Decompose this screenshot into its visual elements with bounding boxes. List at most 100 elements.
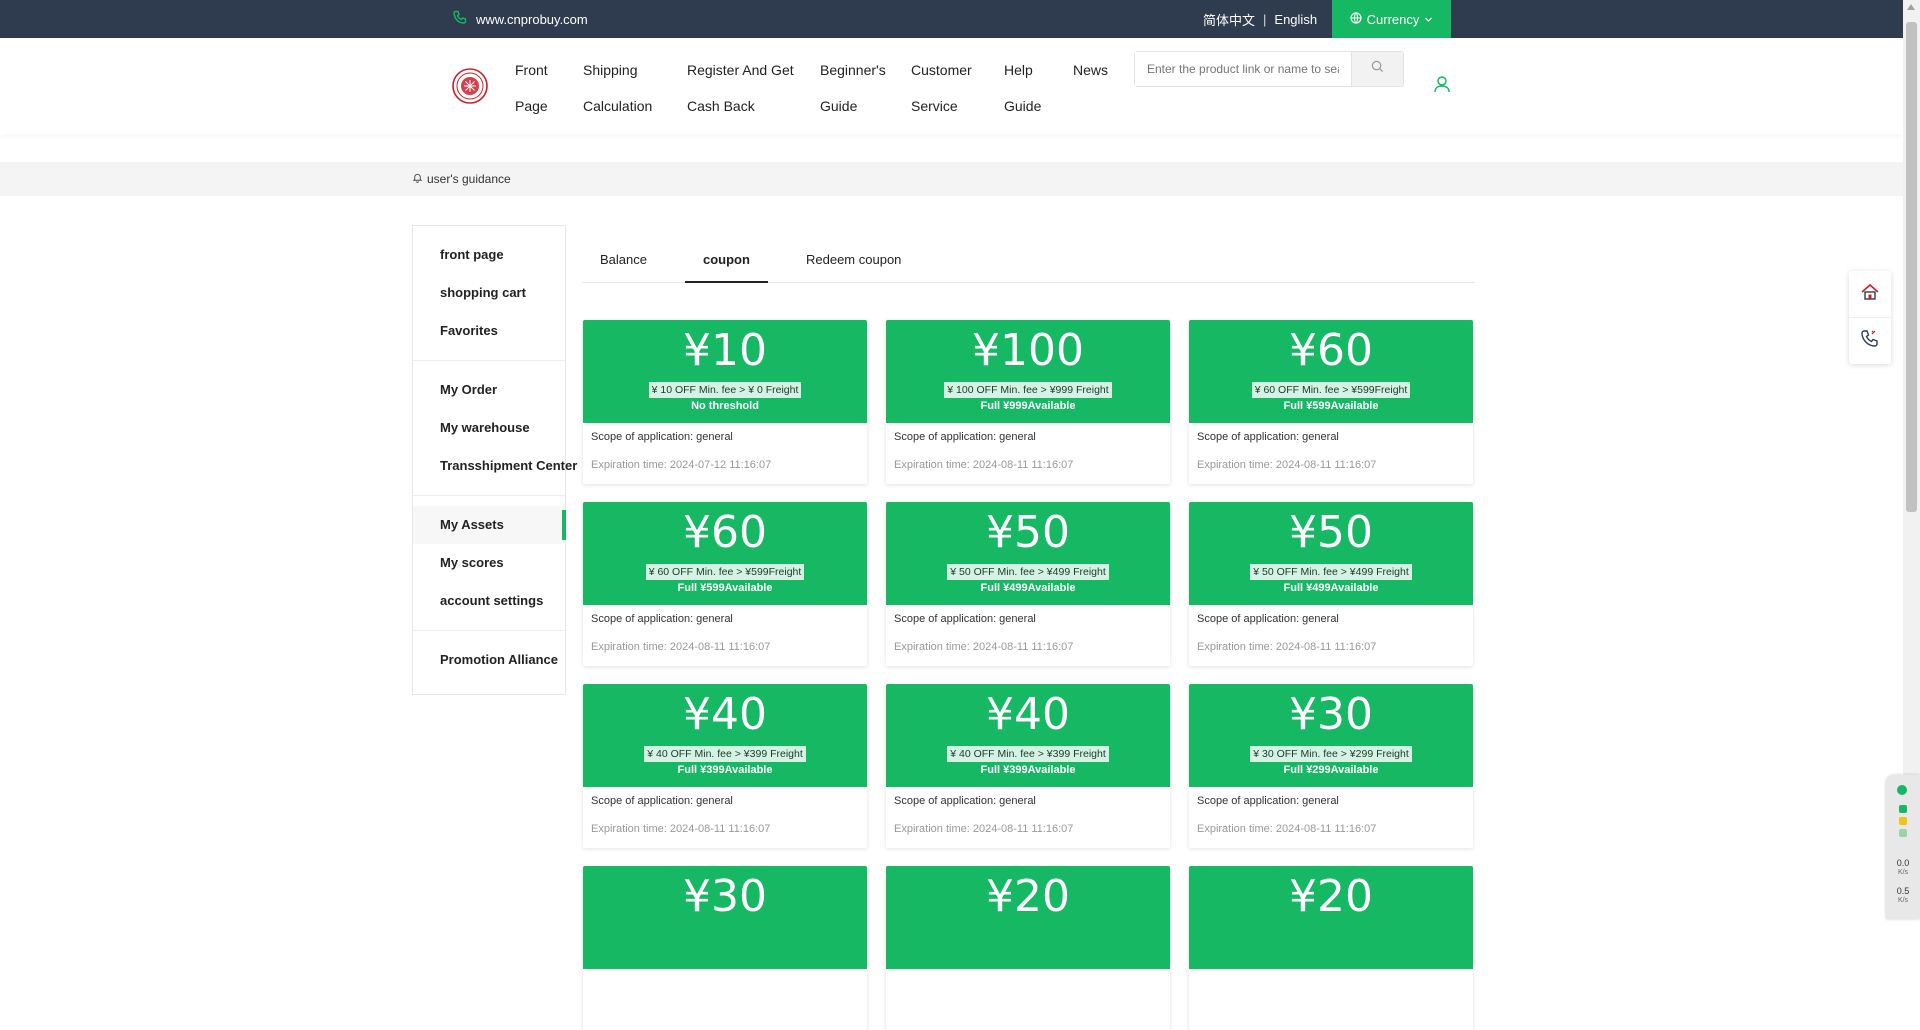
sidebar-item-front-page[interactable]: front page bbox=[413, 236, 565, 274]
currency-button[interactable]: Currency bbox=[1332, 0, 1451, 38]
home-button[interactable] bbox=[1849, 271, 1891, 317]
coupon-amount: ¥100 bbox=[972, 325, 1084, 376]
lang-english[interactable]: English bbox=[1274, 12, 1317, 27]
top-bar: www.cnprobuy.com 简体中文 | English Currency bbox=[0, 0, 1903, 38]
nav-label-line2: Guide bbox=[1004, 98, 1042, 114]
scroll-up-arrow[interactable] bbox=[1907, 4, 1915, 10]
lang-chinese[interactable]: 简体中文 bbox=[1203, 10, 1255, 29]
header: Front Page Shipping Calculation Register… bbox=[0, 38, 1903, 134]
search-icon bbox=[1371, 60, 1384, 78]
tab-balance[interactable]: Balance bbox=[582, 240, 665, 283]
telephone-icon bbox=[1860, 328, 1880, 353]
logo[interactable] bbox=[452, 68, 488, 104]
coupon-rule: ¥ 40 OFF Min. fee > ¥399 Freight bbox=[947, 746, 1109, 762]
coupon-rule: ¥ 60 OFF Min. fee > ¥599Freight bbox=[1251, 382, 1411, 398]
contact-button[interactable] bbox=[1849, 317, 1891, 363]
sidebar-item-transshipment-center[interactable]: Transshipment Center bbox=[413, 447, 577, 485]
coupon-card[interactable]: ¥30 ¥ 30 OFF Min. fee > ¥299 Freight Full … bbox=[1189, 684, 1473, 848]
download-speed: 0.0 bbox=[1896, 858, 1910, 868]
nav-shipping-calculation[interactable]: Shipping Calculation bbox=[583, 52, 652, 124]
nav-front-page[interactable]: Front Page bbox=[515, 52, 548, 124]
coupon-rule: ¥ 50 OFF Min. fee > ¥499 Freight bbox=[1250, 564, 1412, 580]
coupon-header: ¥30 ¥ 30 OFF Min. fee > ¥299 Freight Full … bbox=[1189, 684, 1473, 787]
search-input[interactable] bbox=[1135, 52, 1351, 86]
sidebar-item-favorites[interactable]: Favorites bbox=[413, 312, 565, 350]
sidebar-item-promotion-alliance[interactable]: Promotion Alliance bbox=[413, 641, 565, 679]
nav-customer-service[interactable]: Customer Service bbox=[911, 52, 972, 124]
user-guidance-link[interactable]: user's guidance bbox=[412, 162, 511, 196]
coupon-card[interactable]: ¥50 ¥ 50 OFF Min. fee > ¥499 Freight Full … bbox=[1189, 502, 1473, 666]
upload-speed: 0.5 bbox=[1896, 886, 1910, 896]
coupon-header: ¥50 ¥ 50 OFF Min. fee > ¥499 Freight Full … bbox=[886, 502, 1170, 605]
coupon-expiration: Expiration time: 2024-08-11 11:16:07 bbox=[1197, 641, 1377, 653]
coupon-rule: ¥ 100 OFF Min. fee > ¥999 Freight bbox=[944, 382, 1112, 398]
nav-label-line1: Shipping bbox=[583, 62, 638, 78]
search-box bbox=[1134, 51, 1404, 87]
coupon-condition: Full ¥399Available bbox=[677, 764, 773, 776]
coupon-condition: Full ¥499Available bbox=[980, 582, 1076, 594]
sidebar-item-shopping-cart[interactable]: shopping cart bbox=[413, 274, 565, 312]
coupon-condition: Full ¥599Available bbox=[1283, 400, 1379, 412]
coupon-card[interactable]: ¥20 bbox=[1189, 866, 1473, 1030]
sidebar-item-my-warehouse[interactable]: My warehouse bbox=[413, 409, 565, 447]
coupon-amount: ¥30 bbox=[1289, 689, 1373, 740]
coupon-expiration: Expiration time: 2024-07-12 11:16:07 bbox=[591, 459, 772, 471]
coupon-rule: ¥ 50 OFF Min. fee > ¥499 Freight bbox=[947, 564, 1109, 580]
coupon-scope: Scope of application: general bbox=[591, 431, 733, 443]
currency-label: Currency bbox=[1366, 11, 1420, 27]
nav-register-cash-back[interactable]: Register And Get Cash Back bbox=[687, 52, 794, 124]
speed-bar bbox=[1899, 829, 1907, 837]
search-button[interactable] bbox=[1351, 52, 1403, 86]
nav-label-line1: Beginner's bbox=[820, 62, 886, 78]
sidebar-group: My Assets My scores account settings bbox=[413, 496, 566, 631]
scroll-thumb[interactable] bbox=[1906, 22, 1917, 512]
nav-label-line2: Page bbox=[515, 98, 548, 114]
coupon-amount: ¥20 bbox=[986, 871, 1070, 922]
coupon-amount: ¥50 bbox=[986, 507, 1070, 558]
site-link[interactable]: www.cnprobuy.com bbox=[452, 0, 588, 38]
sidebar-item-my-order[interactable]: My Order bbox=[413, 371, 565, 409]
coupon-header: ¥10 ¥ 10 OFF Min. fee > ¥ 0 Freight No thr… bbox=[583, 320, 867, 423]
sidebar-item-my-scores[interactable]: My scores bbox=[413, 544, 565, 582]
status-dot bbox=[1897, 785, 1907, 795]
coupon-card[interactable]: ¥40 ¥ 40 OFF Min. fee > ¥399 Freight Full … bbox=[886, 684, 1170, 848]
globe-icon bbox=[1350, 11, 1362, 27]
nav-label-line2: Cash Back bbox=[687, 98, 755, 114]
sidebar-group: Promotion Alliance bbox=[413, 631, 565, 689]
coupon-scope: Scope of application: general bbox=[894, 613, 1036, 625]
sidebar-item-my-assets[interactable]: My Assets bbox=[413, 506, 566, 544]
nav-news[interactable]: News bbox=[1073, 52, 1108, 88]
coupon-card[interactable]: ¥100 ¥ 100 OFF Min. fee > ¥999 Freight Ful… bbox=[886, 320, 1170, 484]
coupon-scope bbox=[1189, 969, 1473, 1005]
tab-redeem-coupon[interactable]: Redeem coupon bbox=[788, 240, 919, 283]
coupon-card[interactable]: ¥60 ¥ 60 OFF Min. fee > ¥599Freight Full ¥… bbox=[1189, 320, 1473, 484]
coupon-amount: ¥10 bbox=[683, 325, 767, 376]
user-icon[interactable] bbox=[1432, 74, 1452, 94]
coupon-card[interactable]: ¥20 bbox=[886, 866, 1170, 1030]
sidebar-item-account-settings[interactable]: account settings bbox=[413, 582, 565, 620]
sidebar-group: My Order My warehouse Transshipment Cent… bbox=[413, 361, 577, 496]
coupon-scope: Scope of application: general bbox=[894, 431, 1036, 443]
coupon-card[interactable]: ¥10 ¥ 10 OFF Min. fee > ¥ 0 Freight No thr… bbox=[583, 320, 867, 484]
home-icon bbox=[1860, 282, 1880, 307]
coupon-condition: Full ¥299Available bbox=[1283, 764, 1379, 776]
coupon-header: ¥60 ¥ 60 OFF Min. fee > ¥599Freight Full ¥… bbox=[583, 502, 867, 605]
coupon-header: ¥20 bbox=[1189, 866, 1473, 969]
coupon-condition: Full ¥999Available bbox=[980, 400, 1076, 412]
coupon-header: ¥50 ¥ 50 OFF Min. fee > ¥499 Freight Full … bbox=[1189, 502, 1473, 605]
network-speed-widget[interactable]: 0.0 K/s 0.5 K/s bbox=[1886, 775, 1920, 919]
nav-help-guide[interactable]: Help Guide bbox=[1004, 52, 1041, 124]
coupon-card[interactable]: ¥30 bbox=[583, 866, 867, 1030]
asset-tabs: Balance coupon Redeem coupon bbox=[582, 240, 1475, 283]
coupon-card[interactable]: ¥40 ¥ 40 OFF Min. fee > ¥399 Freight Full … bbox=[583, 684, 867, 848]
nav-label-line1: Customer bbox=[911, 62, 972, 78]
coupon-rule: ¥ 10 OFF Min. fee > ¥ 0 Freight bbox=[648, 382, 802, 398]
coupon-amount: ¥40 bbox=[986, 689, 1070, 740]
coupon-scope: Scope of application: general bbox=[1197, 795, 1339, 807]
coupon-card[interactable]: ¥50 ¥ 50 OFF Min. fee > ¥499 Freight Full … bbox=[886, 502, 1170, 666]
coupon-amount: ¥50 bbox=[1289, 507, 1373, 558]
nav-beginners-guide[interactable]: Beginner's Guide bbox=[820, 52, 886, 124]
coupon-card[interactable]: ¥60 ¥ 60 OFF Min. fee > ¥599Freight Full ¥… bbox=[583, 502, 867, 666]
tab-coupon[interactable]: coupon bbox=[685, 240, 768, 283]
bell-icon bbox=[412, 172, 423, 186]
